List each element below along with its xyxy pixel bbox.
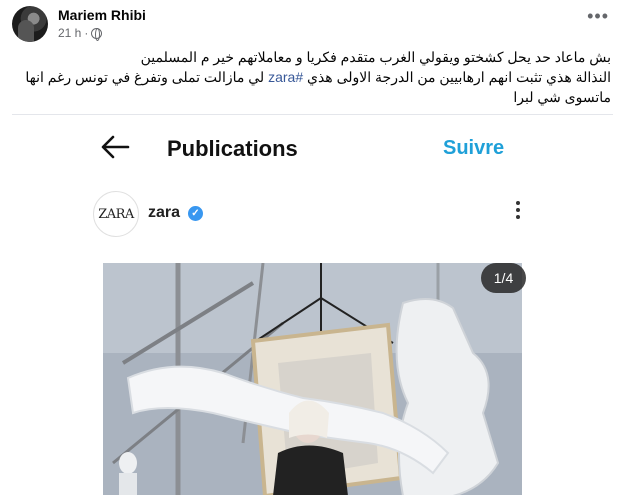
follow-button: Suivre (443, 137, 505, 159)
photo-illustration (103, 263, 522, 495)
publications-title: Publications (167, 136, 298, 161)
verified-icon: ✓ (188, 206, 203, 221)
account-username: zara (148, 204, 181, 221)
globe-icon (91, 27, 103, 41)
campaign-photo (103, 263, 522, 495)
arrow-left-icon (101, 135, 130, 159)
shared-screenshot[interactable]: Publications Suivre ZARA zara ✓ 1/4 (12, 114, 613, 495)
post-text-line-2-end: لي مازالت تملى وتفرغ في تونس رغم انها (25, 69, 269, 85)
photo-counter: 1/4 (481, 263, 526, 293)
author-name[interactable]: Mariem Rhibi (58, 7, 146, 23)
zara-logo: ZARA (93, 191, 139, 237)
more-icon[interactable]: ••• (587, 7, 609, 25)
post-text: بش ماعاد حد يحل كشختو ويقولي الغرب متقدم… (11, 47, 611, 107)
meta-separator: · (84, 26, 89, 40)
post-text-line-2-start: النذالة هذي تثبت انهم ارهابيين من الدرجة… (303, 69, 611, 85)
post-header: Mariem Rhibi 21 h · ••• (12, 6, 613, 42)
hashtag-link[interactable]: #zara (268, 69, 303, 85)
post-text-line-1: بش ماعاد حد يحل كشختو ويقولي الغرب متقدم… (140, 49, 611, 65)
post-text-line-3: ماتسوى شي لبرا (513, 89, 611, 105)
post-time[interactable]: 21 h (58, 26, 81, 40)
vertical-ellipsis-icon (515, 201, 521, 221)
author-avatar[interactable] (12, 6, 48, 42)
post-text-line-2: النذالة هذي تثبت انهم ارهابيين من الدرجة… (11, 67, 611, 87)
post-meta: 21 h · (58, 26, 103, 41)
